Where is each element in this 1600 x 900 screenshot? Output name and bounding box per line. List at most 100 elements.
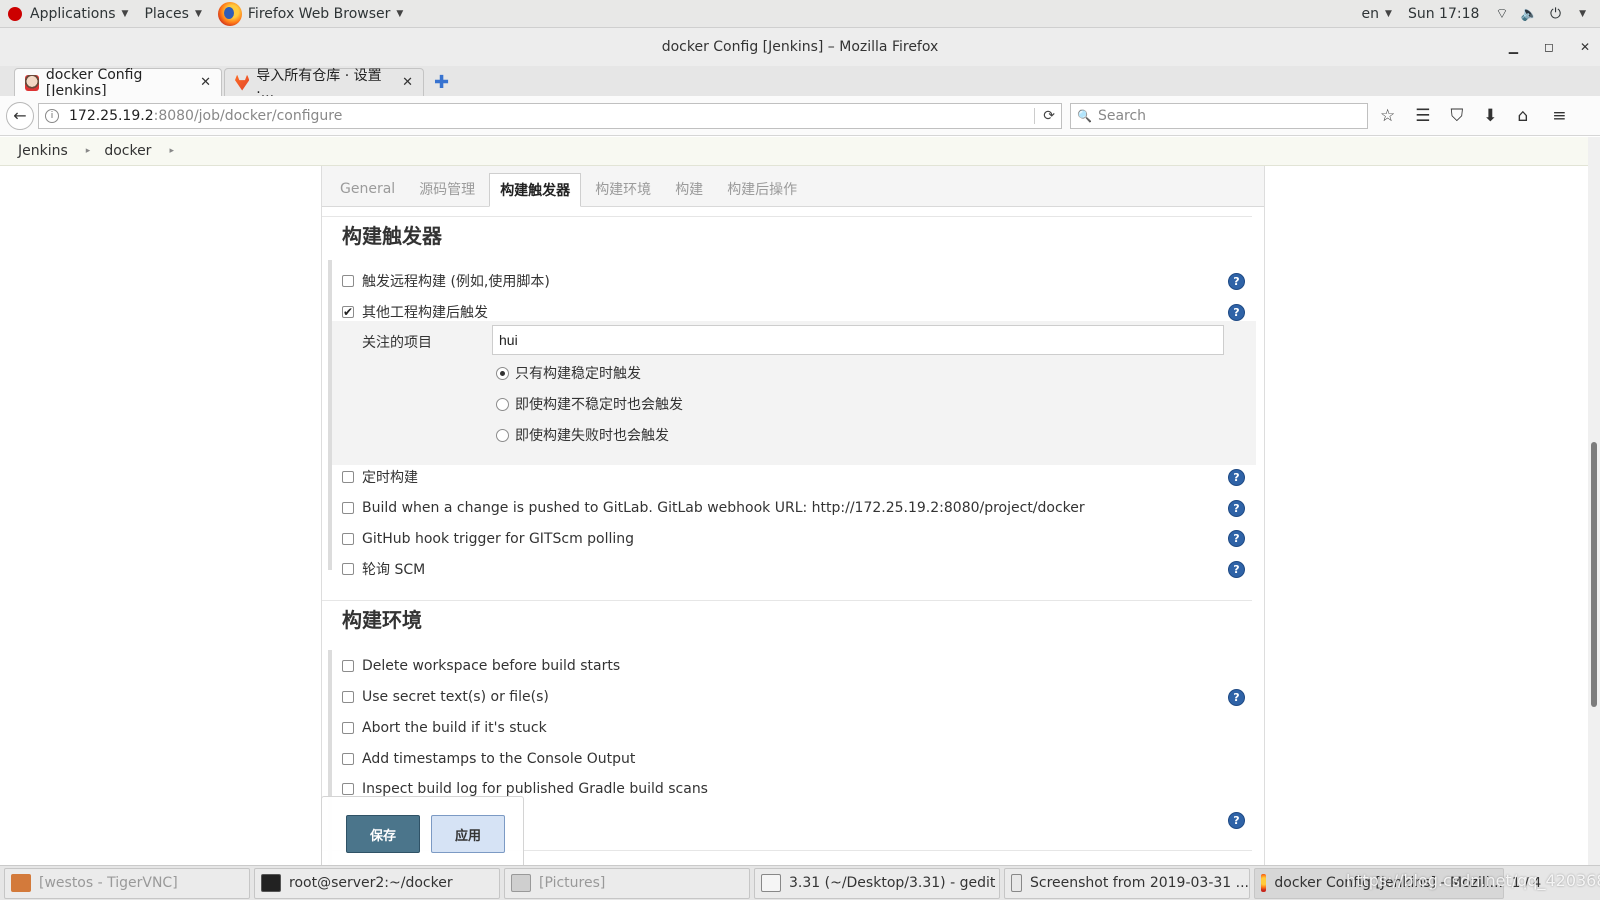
chevron-down-icon: ▼: [1385, 8, 1392, 19]
chevron-right-icon[interactable]: ▸: [86, 146, 91, 156]
scrollbar-thumb[interactable]: [1591, 442, 1597, 707]
app-menu[interactable]: Firefox Web Browser ▼: [210, 0, 411, 28]
vnc-icon: [11, 874, 31, 892]
close-icon[interactable]: ✕: [200, 75, 211, 90]
checkbox[interactable]: [342, 691, 354, 703]
help-icon[interactable]: ?: [1228, 530, 1245, 547]
task-pictures[interactable]: [Pictures]: [504, 867, 750, 899]
option-label: Build when a change is pushed to GitLab.…: [362, 500, 1085, 516]
option-remote-trigger[interactable]: 触发远程构建 (例如,使用脚本): [342, 270, 550, 292]
checkbox[interactable]: [342, 502, 354, 514]
home-icon[interactable]: ⌂: [1518, 106, 1529, 126]
task-tigervnc[interactable]: [westos - TigerVNC]: [4, 867, 250, 899]
minimize-icon[interactable]: ▁: [1509, 40, 1518, 54]
checkbox[interactable]: [342, 753, 354, 765]
tab-general[interactable]: General: [330, 172, 405, 206]
apply-button[interactable]: 应用: [431, 815, 505, 853]
help-icon[interactable]: ?: [1228, 561, 1245, 578]
help-icon[interactable]: ?: [1228, 500, 1245, 517]
option-poll-scm[interactable]: 轮询 SCM: [342, 558, 425, 580]
close-window-icon[interactable]: ✕: [1580, 40, 1590, 54]
radio-button[interactable]: [496, 428, 509, 442]
task-screenshot[interactable]: Screenshot from 2019-03-31 ...: [1004, 867, 1250, 899]
radio-even-unstable[interactable]: 即使构建不稳定时也会触发: [496, 393, 683, 415]
option-after-other-projects[interactable]: ✔ 其他工程构建后触发: [342, 301, 488, 323]
option-timestamps[interactable]: Add timestamps to the Console Output: [342, 748, 635, 770]
pocket-icon[interactable]: ⛉: [1451, 106, 1464, 126]
radio-label: 即使构建不稳定时也会触发: [515, 397, 683, 413]
language-menu[interactable]: en ▼: [1354, 0, 1400, 28]
option-label: 定时构建: [362, 470, 418, 486]
applications-menu[interactable]: Applications ▼: [0, 0, 136, 28]
info-icon[interactable]: i: [45, 108, 59, 123]
back-button[interactable]: ←: [6, 101, 34, 130]
watermark-text: https://blog.csdn.net/qq_42036824: [1346, 871, 1600, 890]
search-placeholder: Search: [1097, 107, 1147, 124]
redhat-icon: [8, 6, 22, 21]
tab-build[interactable]: 构建: [665, 172, 713, 206]
browser-tab-gitlab[interactable]: 导入所有仓库 · 设置 ·... ✕: [224, 68, 424, 101]
option-label: 轮询 SCM: [362, 562, 426, 578]
radio-button[interactable]: [496, 397, 509, 411]
page-scrollbar[interactable]: [1588, 137, 1600, 865]
option-label: Add timestamps to the Console Output: [362, 751, 636, 767]
search-input[interactable]: 🔍 Search: [1070, 102, 1368, 129]
close-icon[interactable]: ✕: [402, 75, 413, 90]
image-viewer-icon: [1011, 874, 1022, 892]
radio-even-failed[interactable]: 即使构建失败时也会触发: [496, 424, 669, 446]
window-title: docker Config [Jenkins] – Mozilla Firefo…: [661, 39, 939, 55]
help-icon[interactable]: ?: [1228, 273, 1245, 290]
watched-projects-input[interactable]: hui: [492, 325, 1224, 355]
watched-projects-label: 关注的项目: [362, 335, 432, 351]
checkbox[interactable]: [342, 275, 354, 287]
help-icon[interactable]: ?: [1228, 812, 1245, 829]
option-abort-stuck[interactable]: Abort the build if it's stuck: [342, 717, 547, 739]
save-apply-bar: 保存 应用: [321, 796, 524, 866]
checkbox[interactable]: [342, 471, 354, 483]
radio-button-selected[interactable]: [496, 366, 509, 380]
hamburger-menu-icon[interactable]: ≡: [1552, 106, 1566, 126]
clock[interactable]: Sun 17:18: [1400, 0, 1487, 28]
bookmark-star-icon[interactable]: ☆: [1380, 106, 1395, 126]
new-tab-icon[interactable]: ✚: [434, 68, 449, 96]
option-github-hook[interactable]: GitHub hook trigger for GITScm polling: [342, 528, 634, 550]
status-menu[interactable]: ⌔ 🔈 ⏻ ▼: [1487, 0, 1600, 28]
checkbox[interactable]: [342, 660, 354, 672]
tab-build-environment[interactable]: 构建环境: [585, 172, 661, 206]
checkbox[interactable]: [342, 783, 354, 795]
checkbox[interactable]: [342, 533, 354, 545]
option-label: Delete workspace before build starts: [362, 658, 621, 674]
radio-stable-only[interactable]: 只有构建稳定时触发: [496, 362, 641, 384]
reader-list-icon[interactable]: ☰: [1415, 106, 1430, 126]
checkbox[interactable]: [342, 722, 354, 734]
task-gedit[interactable]: 3.31 (~/Desktop/3.31) - gedit: [754, 867, 1000, 899]
option-delete-workspace[interactable]: Delete workspace before build starts: [342, 655, 620, 677]
tab-post-build[interactable]: 构建后操作: [717, 172, 807, 206]
task-label: 3.31 (~/Desktop/3.31) - gedit: [789, 875, 996, 891]
system-top-bar: Applications ▼ Places ▼ Firefox Web Brow…: [0, 0, 1600, 28]
save-button[interactable]: 保存: [346, 815, 420, 853]
help-icon[interactable]: ?: [1228, 304, 1245, 321]
reload-icon[interactable]: ⟳: [1034, 107, 1055, 124]
chevron-right-icon[interactable]: ▸: [169, 146, 174, 156]
download-icon[interactable]: ⬇: [1483, 106, 1497, 126]
url-bar[interactable]: i 172.25.19.2 :8080/job/docker/configure…: [38, 102, 1062, 129]
task-terminal[interactable]: root@server2:~/docker: [254, 867, 500, 899]
option-scheduled-build[interactable]: 定时构建: [342, 466, 418, 488]
breadcrumb-jenkins[interactable]: Jenkins: [18, 143, 68, 159]
tab-build-triggers[interactable]: 构建触发器: [489, 173, 582, 207]
chevron-down-icon: ▼: [194, 8, 202, 19]
option-gitlab-push[interactable]: Build when a change is pushed to GitLab.…: [342, 497, 1085, 519]
watched-projects-panel: 关注的项目 hui 只有构建稳定时触发 即使构建不稳定时也会触发 即使构建失败时…: [332, 321, 1256, 465]
folder-icon: [511, 874, 531, 892]
tab-source-management[interactable]: 源码管理: [409, 172, 485, 206]
option-secret-text[interactable]: Use secret text(s) or file(s): [342, 686, 549, 708]
browser-tab-jenkins[interactable]: docker Config [Jenkins] ✕: [14, 67, 222, 99]
checkbox[interactable]: [342, 563, 354, 575]
help-icon[interactable]: ?: [1228, 689, 1245, 706]
places-menu[interactable]: Places ▼: [136, 0, 209, 28]
maximize-icon[interactable]: ◻: [1544, 40, 1554, 54]
breadcrumb-docker[interactable]: docker: [104, 143, 151, 159]
help-icon[interactable]: ?: [1228, 469, 1245, 486]
checkbox-checked[interactable]: ✔: [342, 306, 354, 318]
